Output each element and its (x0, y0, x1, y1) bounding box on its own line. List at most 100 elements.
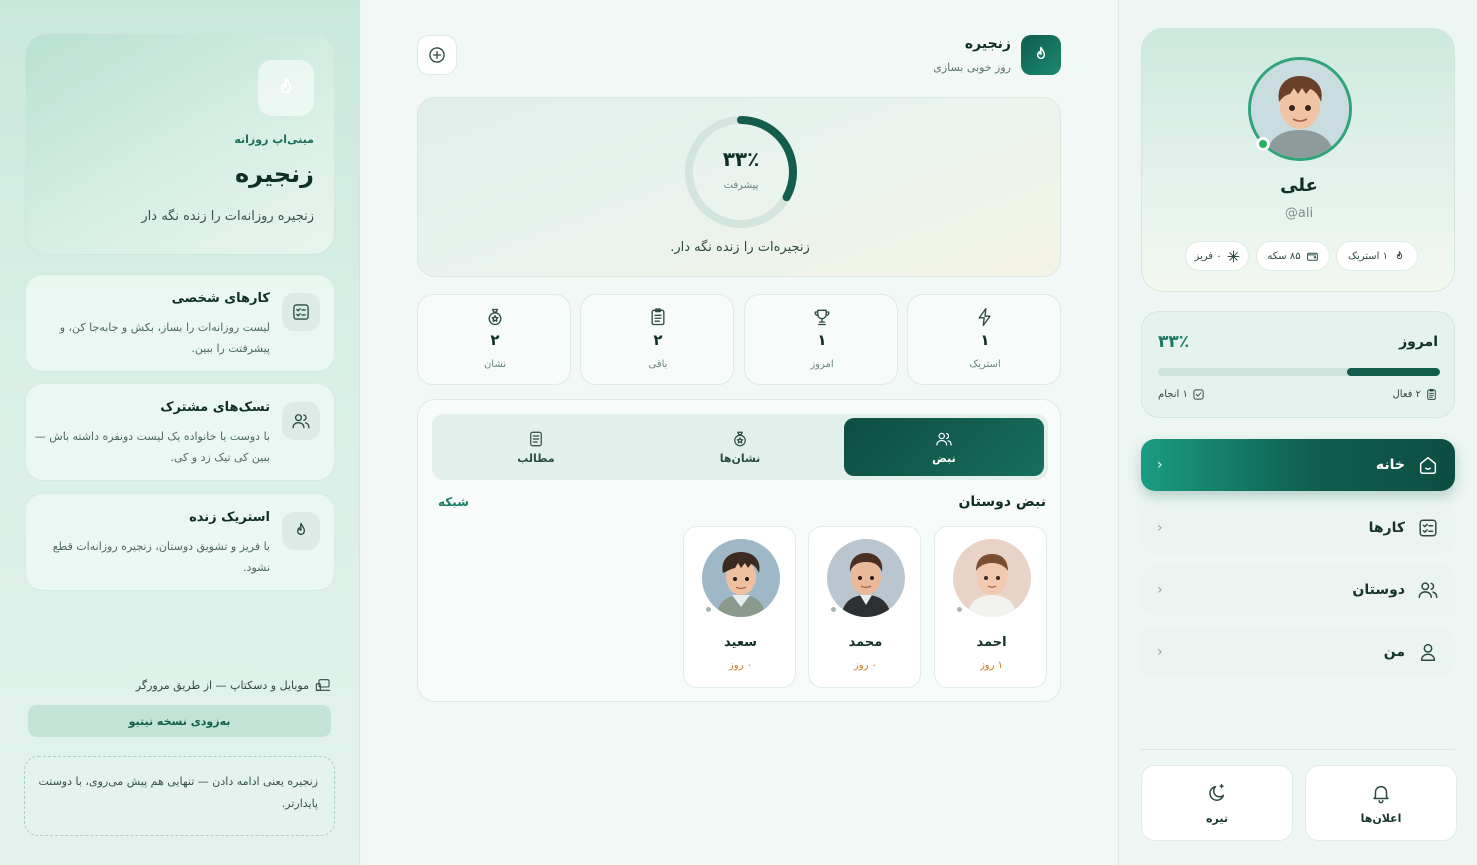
today-progress-bar (1158, 368, 1440, 376)
document-icon (527, 430, 545, 448)
stat-card-badges: ۲ نشان (417, 294, 571, 385)
home-icon (1417, 454, 1439, 476)
feature-card-personal-tasks: کارهای شخصی لیست روزانه‌ات را بساز، بکش … (25, 274, 335, 372)
avatar (953, 539, 1031, 617)
nav-item-home[interactable]: خانه ‹ (1141, 439, 1455, 491)
notifications-button[interactable]: اعلان‌ها (1305, 765, 1457, 841)
progress-value: ۳۳٪ (722, 147, 760, 171)
devices-icon (315, 678, 331, 692)
feature-description: لیست روزانه‌ات را بساز، بکش و جابه‌جا کن… (59, 321, 270, 355)
profile-name: علی (1280, 175, 1318, 196)
progress-label: پیشرفت (723, 180, 759, 191)
dark-mode-button[interactable]: تیره (1141, 765, 1293, 841)
flame-icon (1393, 250, 1406, 263)
snowflake-icon (1227, 250, 1240, 263)
stat-card-today: ۱ امروز (744, 294, 898, 385)
freeze-chip: ۰ فریز (1185, 241, 1249, 271)
tab-articles[interactable]: مطالب (436, 418, 636, 476)
section-title: نبض دوستان (958, 494, 1046, 510)
flame-icon (258, 60, 314, 116)
nav-label: کارها (1368, 520, 1405, 536)
tab-label: مطالب (517, 451, 555, 465)
hero-card: مینی‌اپ روزانه زنجیره زنجیره روزانه‌ات ر… (25, 33, 335, 255)
marketing-panel: مینی‌اپ روزانه زنجیره زنجیره روزانه‌ات ر… (0, 0, 360, 865)
tab-label: نبض (932, 451, 956, 465)
hero-title: زنجیره (234, 160, 314, 188)
button-label: تیره (1206, 811, 1228, 825)
stat-label: نشان (483, 359, 507, 370)
profile-card: علی @ali ۱ استریک ۸۵ سکه ۰ فریز (1141, 28, 1455, 292)
active-count: ۲ فعال (1393, 388, 1438, 401)
flame-icon (1021, 35, 1061, 75)
chevron-left-icon: ‹ (1157, 457, 1163, 473)
friend-name: محمد (848, 635, 883, 650)
friend-streak: ۱ روز (979, 660, 1004, 671)
clipboard-icon (581, 307, 735, 327)
online-status-dot (1256, 137, 1270, 151)
quote-text: زنجیره یعنی ادامه دادن — تنهایی هم پیش م… (38, 775, 318, 810)
feature-title: استریک زنده (189, 510, 270, 525)
tab-label: نشان‌ها (719, 451, 761, 465)
feature-title: تسک‌های مشترک (160, 400, 270, 415)
flame-icon (282, 512, 320, 550)
stat-value: ۲ (490, 331, 500, 349)
profile-handle: @ali (1284, 206, 1314, 221)
feature-title: کارهای شخصی (171, 291, 270, 306)
chip-text: ۰ فریز (1194, 250, 1222, 262)
friend-card[interactable]: سعید ۰ روز (683, 526, 796, 688)
badge-icon (418, 307, 572, 327)
native-app-button[interactable]: به‌زودی نسخه نیتیو (28, 705, 331, 737)
stat-value: ۲ (653, 331, 663, 349)
tab-pulse[interactable]: نبض (844, 418, 1044, 476)
nav-item-me[interactable]: من ‹ (1141, 626, 1455, 678)
tab-badges[interactable]: نشان‌ها (640, 418, 840, 476)
nav-item-tasks[interactable]: کارها ‹ (1141, 502, 1455, 554)
friend-name: احمد (976, 635, 1007, 650)
chevron-left-icon: ‹ (1157, 520, 1163, 536)
avatar (827, 539, 905, 617)
chip-text: ۱ استریک (1348, 250, 1388, 262)
hero-kicker: مینی‌اپ روزانه (234, 133, 314, 146)
trophy-icon (745, 307, 899, 327)
friend-card[interactable]: محمد ۰ روز (808, 526, 921, 688)
bolt-icon (908, 307, 1062, 327)
done-text: ۱ انجام (1158, 389, 1188, 400)
progress-caption: زنجیره‌ات را زنده نگه دار. (670, 240, 810, 255)
clipboard-icon (1425, 388, 1438, 401)
hero-subtitle: زنجیره روزانه‌ات را زنده نگه دار (141, 209, 314, 224)
chevron-left-icon: ‹ (1157, 582, 1163, 598)
sidebar: علی @ali ۱ استریک ۸۵ سکه ۰ فریز امروز ۳۳… (1118, 0, 1477, 865)
feature-card-shared-tasks: تسک‌های مشترک با دوست یا خانواده یک لیست… (25, 383, 335, 481)
main-content: زنجیره روز خوبی بسازی ۳۳٪ پیشرفت زنجیره‌… (361, 0, 1117, 865)
stat-card-remaining: ۲ باقی (580, 294, 734, 385)
today-percent: ۳۳٪ (1158, 332, 1190, 352)
nav-item-friends[interactable]: دوستان ‹ (1141, 564, 1455, 616)
friend-streak: ۰ روز (853, 660, 878, 671)
friend-streak: ۰ روز (728, 660, 753, 671)
divider (1141, 749, 1455, 750)
coins-chip: ۸۵ سکه (1256, 241, 1330, 271)
button-label: اعلان‌ها (1360, 811, 1402, 825)
stat-card-streak: ۱ استریک (907, 294, 1061, 385)
feature-card-live-streak: استریک زنده با فریز و تشویق دوستان، زنجی… (25, 493, 335, 591)
user-icon (1417, 641, 1439, 663)
status-dot (955, 605, 964, 614)
network-link[interactable]: شبکه (438, 495, 469, 509)
friend-card[interactable]: احمد ۱ روز (934, 526, 1047, 688)
stat-value: ۱ (817, 331, 827, 349)
stat-label: استریک (969, 359, 1001, 370)
nav-label: خانه (1375, 457, 1405, 473)
done-count: ۱ انجام (1158, 388, 1205, 401)
today-progress-fill (1346, 368, 1440, 376)
today-card: امروز ۳۳٪ ۲ فعال ۱ انجام (1141, 311, 1455, 418)
status-dot (829, 605, 838, 614)
users-icon (1417, 579, 1439, 601)
nav-label: من (1383, 644, 1405, 660)
add-button[interactable] (417, 35, 457, 75)
check-square-icon (1192, 388, 1205, 401)
feature-description: با دوست یا خانواده یک لیست دونفره داشته … (34, 430, 270, 464)
chevron-left-icon: ‹ (1157, 644, 1163, 660)
moon-icon (1206, 782, 1228, 804)
today-title: امروز (1399, 334, 1438, 350)
chip-text: ۸۵ سکه (1267, 250, 1301, 262)
